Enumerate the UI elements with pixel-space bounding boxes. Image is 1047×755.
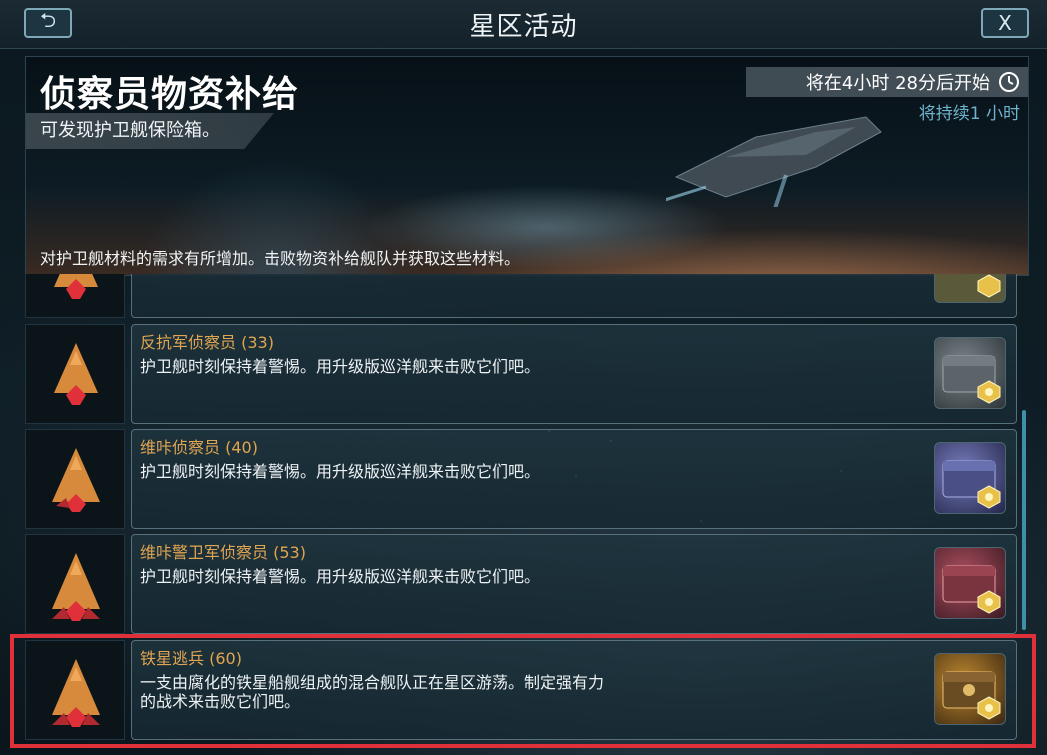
- event-name: 维咔侦察员 (40): [140, 438, 258, 457]
- close-icon: X: [998, 11, 1012, 35]
- reward-badge-icon: [977, 590, 1001, 614]
- fleet-emblem: [25, 534, 125, 634]
- page-title: 星区活动: [469, 12, 578, 42]
- fleet-rank-icon: [52, 448, 100, 512]
- event-banner: 侦察员物资补给 可发现护卫舰保险箱。 将在4小时 28分后开始 将持续1 小时 …: [25, 56, 1029, 276]
- spaceship-illustration: [666, 116, 882, 207]
- fleet-rank-icon: [54, 274, 98, 299]
- event-card[interactable]: 维咔警卫军侦察员 (53) 护卫舰时刻保持着警惕。用升级版巡洋舰来击败它们吧。: [131, 534, 1017, 634]
- event-duration: 将持续1 小时: [918, 104, 1020, 124]
- event-card-description: 护卫舰时刻保持着警惕。用升级版巡洋舰来击败它们吧。: [140, 357, 541, 376]
- reward-badge-icon: [977, 485, 1001, 509]
- event-subtitle: 可发现护卫舰保险箱。: [26, 113, 274, 149]
- fleet-emblem: [25, 324, 125, 424]
- fleet-rank-icon: [54, 343, 98, 405]
- event-card-description: 一支由腐化的铁星船舰组成的混合舰队正在星区游荡。制定强有力的战术来击败它们吧。: [140, 673, 605, 711]
- event-card[interactable]: [131, 274, 1017, 318]
- list-item[interactable]: [25, 274, 1017, 318]
- reward-chest[interactable]: [934, 442, 1006, 514]
- list-item-highlighted[interactable]: 铁星逃兵 (60) 一支由腐化的铁星船舰组成的混合舰队正在星区游荡。制定强有力的…: [25, 640, 1017, 740]
- reward-chest[interactable]: [934, 547, 1006, 619]
- event-card[interactable]: 铁星逃兵 (60) 一支由腐化的铁星船舰组成的混合舰队正在星区游荡。制定强有力的…: [131, 640, 1017, 740]
- list-item[interactable]: 反抗军侦察员 (33) 护卫舰时刻保持着警惕。用升级版巡洋舰来击败它们吧。: [25, 324, 1017, 424]
- reward-chest[interactable]: [934, 337, 1006, 409]
- reward-badge-icon: [977, 274, 1001, 298]
- top-bar: ⮌ 星区活动 X: [0, 0, 1047, 49]
- event-card[interactable]: 反抗军侦察员 (33) 护卫舰时刻保持着警惕。用升级版巡洋舰来击败它们吧。: [131, 324, 1017, 424]
- event-name: 铁星逃兵 (60): [140, 649, 242, 668]
- list-item[interactable]: 维咔警卫军侦察员 (53) 护卫舰时刻保持着警惕。用升级版巡洋舰来击败它们吧。: [25, 534, 1017, 634]
- event-timer: 将在4小时 28分后开始: [746, 67, 1028, 97]
- event-name: 反抗军侦察员 (33): [140, 333, 274, 352]
- event-card-description: 护卫舰时刻保持着警惕。用升级版巡洋舰来击败它们吧。: [140, 462, 541, 481]
- fleet-emblem: [25, 274, 125, 318]
- fleet-rank-icon: [52, 659, 100, 727]
- event-title: 侦察员物资补给: [40, 74, 300, 115]
- reward-badge-icon: [977, 380, 1001, 404]
- event-card-description: 护卫舰时刻保持着警惕。用升级版巡洋舰来击败它们吧。: [140, 567, 541, 586]
- event-card[interactable]: 维咔侦察员 (40) 护卫舰时刻保持着警惕。用升级版巡洋舰来击败它们吧。: [131, 429, 1017, 529]
- close-button[interactable]: X: [981, 8, 1029, 38]
- event-description: 对护卫舰材料的需求有所增加。击败物资补给舰队并获取这些材料。: [40, 249, 521, 268]
- reward-badge-icon: [977, 696, 1001, 720]
- reward-chest[interactable]: [934, 653, 1006, 725]
- fleet-emblem: [25, 640, 125, 740]
- list-item[interactable]: 维咔侦察员 (40) 护卫舰时刻保持着警惕。用升级版巡洋舰来击败它们吧。: [25, 429, 1017, 529]
- fleet-emblem: [25, 429, 125, 529]
- event-list[interactable]: 反抗军侦察员 (33) 护卫舰时刻保持着警惕。用升级版巡洋舰来击败它们吧。 维咔…: [25, 274, 1025, 755]
- clock-icon: [999, 72, 1019, 92]
- timer-text: 将在4小时 28分后开始: [805, 73, 990, 94]
- event-name: 维咔警卫军侦察员 (53): [140, 543, 306, 562]
- list-scrollbar[interactable]: [1022, 410, 1026, 630]
- reward-chest[interactable]: [934, 274, 1006, 303]
- fleet-rank-icon: [52, 553, 100, 621]
